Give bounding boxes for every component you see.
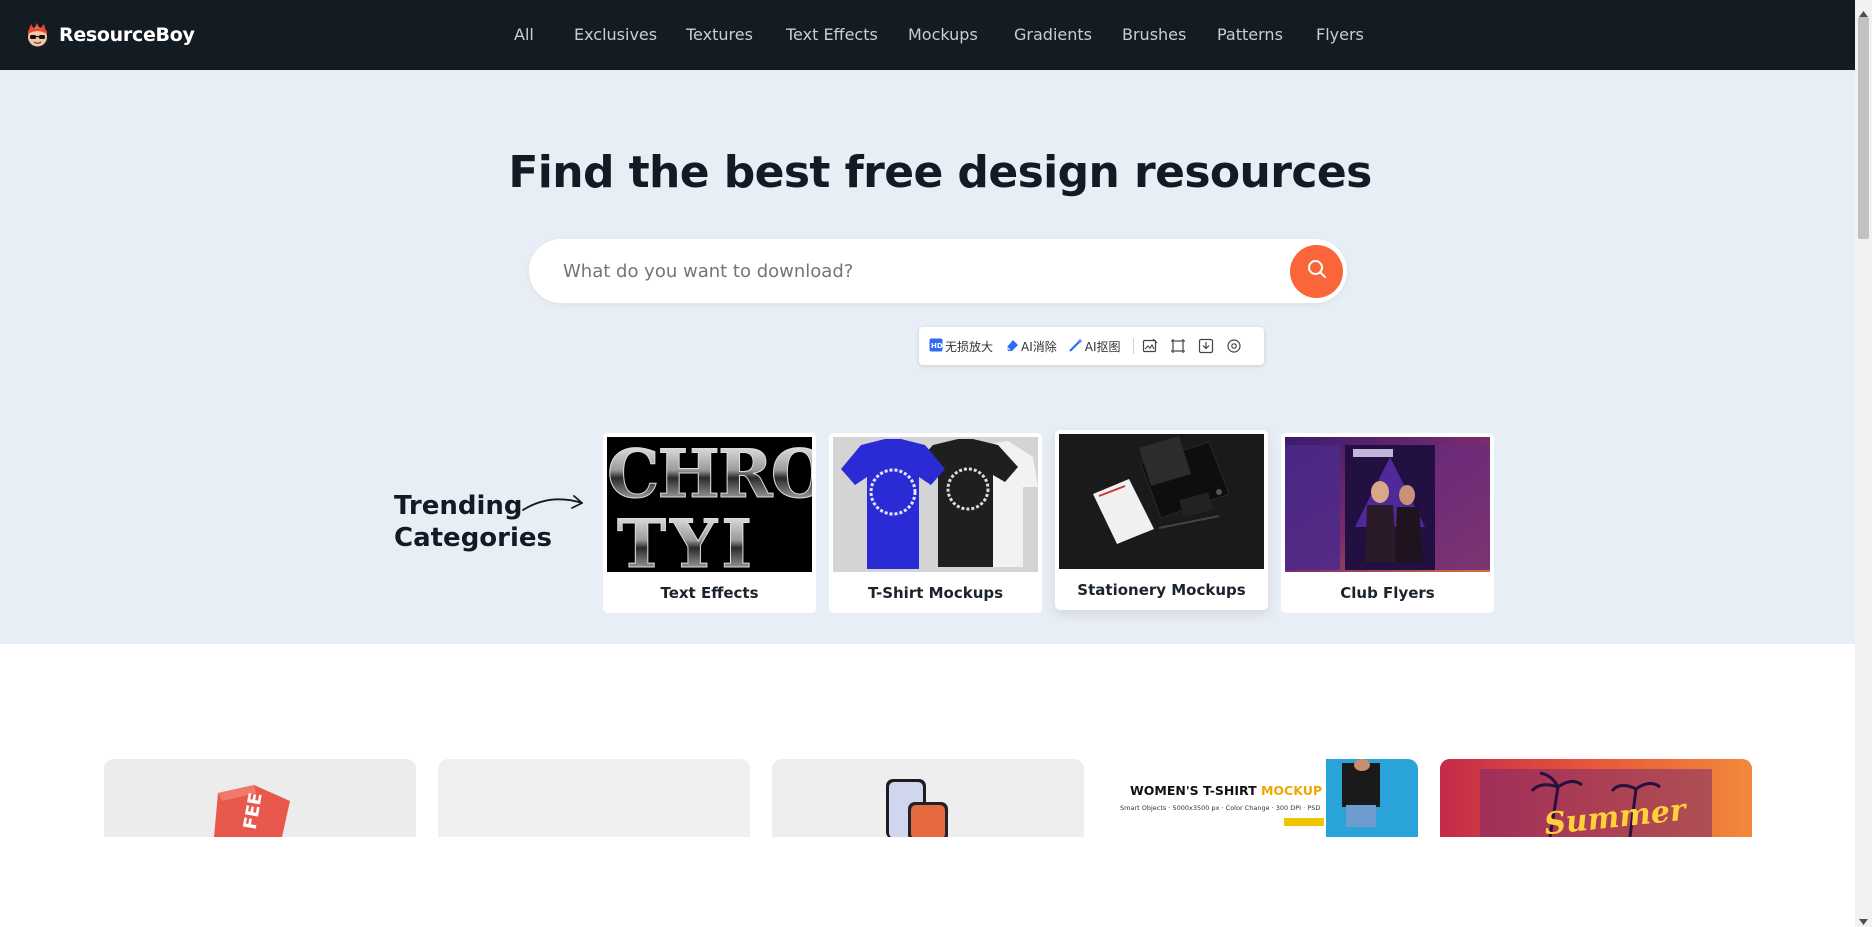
erase-button[interactable]: AI消除 [1005, 338, 1057, 355]
category-label: Stationery Mockups [1077, 581, 1246, 599]
resource-card-summer-flyer[interactable]: Summer [1440, 759, 1752, 837]
category-label: Club Flyers [1340, 584, 1435, 602]
nav-item-textures[interactable]: Textures [686, 25, 753, 44]
resource-card-blank[interactable] [438, 759, 750, 837]
image-tools-toolbar: HD 无损放大 AI消除 AI抠图 [919, 327, 1264, 365]
category-label: T-Shirt Mockups [867, 584, 1004, 602]
tshirt-ad-title: WOMEN'S T-SHIRT MOCKUP [1130, 783, 1322, 798]
svg-text:TYI: TYI [617, 505, 756, 572]
nav-item-flyers[interactable]: Flyers [1316, 25, 1364, 44]
stationery-thumbnail [1059, 434, 1264, 569]
download-icon[interactable] [1198, 338, 1214, 354]
crop-icon[interactable] [1170, 338, 1186, 354]
upscale-button[interactable]: HD 无损放大 [929, 338, 993, 355]
search-icon [1306, 258, 1328, 285]
search-input[interactable] [563, 239, 1243, 303]
magic-wand-icon [1068, 338, 1085, 355]
nav-item-gradients[interactable]: Gradients [1014, 25, 1092, 44]
tshirt-thumbnail [833, 437, 1038, 572]
hd-icon: HD [929, 338, 945, 355]
nav-item-exclusives[interactable]: Exclusives [574, 25, 657, 44]
top-navbar: ResourceBoy All Exclusives Textures Text… [0, 0, 1855, 70]
settings-icon[interactable] [1226, 338, 1242, 354]
cutout-button[interactable]: AI抠图 [1068, 338, 1121, 355]
page-scrollbar[interactable] [1855, 0, 1872, 927]
category-card-text-effects[interactable]: CHRO TYI Text Effects [603, 433, 816, 613]
text-effects-thumbnail: CHRO TYI [607, 437, 812, 572]
upscale-label: 无损放大 [945, 339, 994, 354]
nav-item-all[interactable]: All [514, 25, 534, 44]
erase-label: AI消除 [1021, 339, 1057, 354]
category-card-club-flyers[interactable]: Club Flyers [1281, 433, 1494, 613]
club-flyer-thumbnail [1285, 437, 1490, 572]
hero-title: Find the best free design resources [508, 147, 1372, 198]
nav-item-brushes[interactable]: Brushes [1122, 25, 1186, 44]
cutout-label: AI抠图 [1084, 339, 1121, 354]
nav-item-mockups[interactable]: Mockups [908, 25, 978, 44]
resource-card-coffee-bag[interactable]: FEE [104, 759, 416, 837]
trending-heading-line2: Categories [394, 523, 553, 553]
resource-card-womens-tshirt[interactable]: WOMEN'S T-SHIRT MOCKUP Smart Objects · 5… [1106, 759, 1418, 837]
chrome-text-art: CHRO [607, 437, 812, 513]
scrollbar-thumb[interactable] [1858, 17, 1869, 239]
image-edit-icon[interactable] [1142, 338, 1158, 354]
category-card-stationery-mockups[interactable]: Stationery Mockups [1055, 430, 1268, 610]
search-bar [529, 239, 1347, 303]
arrow-right-icon [520, 488, 586, 523]
tshirt-ad-subtitle: Smart Objects · 5000x3500 px · Color Cha… [1120, 804, 1320, 812]
eraser-icon [1005, 338, 1021, 355]
category-card-tshirt-mockups[interactable]: T-Shirt Mockups [829, 433, 1042, 613]
nav-item-patterns[interactable]: Patterns [1217, 25, 1283, 44]
nav-item-text-effects[interactable]: Text Effects [786, 25, 878, 44]
search-button[interactable] [1290, 245, 1343, 298]
main-nav: All Exclusives Textures Text Effects Moc… [0, 0, 1855, 70]
toolbar-divider [1132, 338, 1134, 354]
category-label: Text Effects [660, 584, 759, 602]
resource-card-iphone[interactable] [772, 759, 1084, 837]
svg-text:HD: HD [931, 342, 943, 350]
scroll-down-icon[interactable] [1859, 912, 1868, 927]
